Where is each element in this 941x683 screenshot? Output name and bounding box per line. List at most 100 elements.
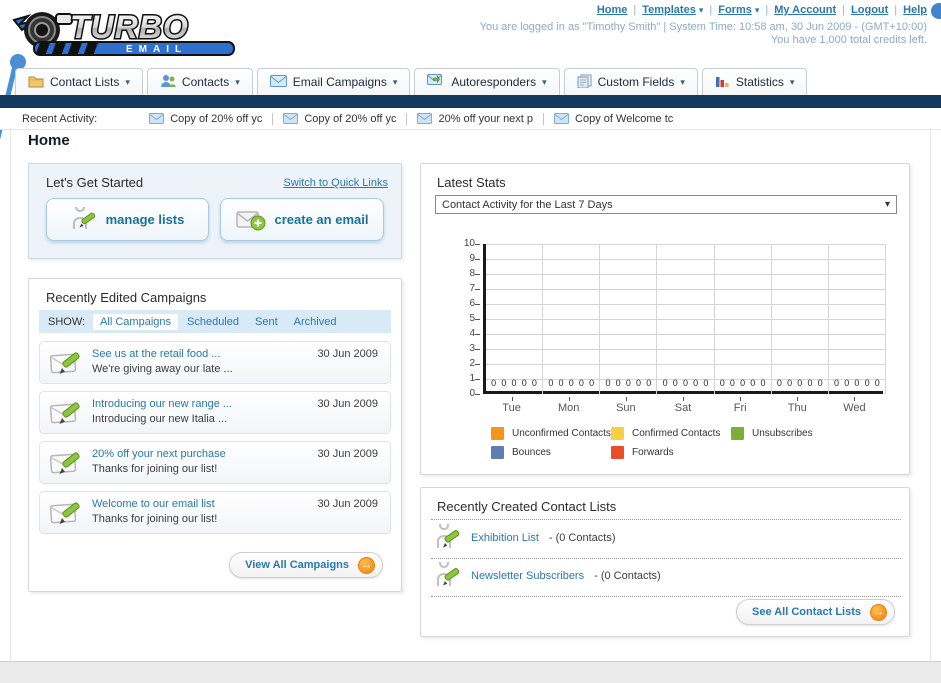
- top-nav-link-home[interactable]: Home: [597, 4, 628, 16]
- legend-item-bounces: Bounces: [491, 446, 551, 459]
- recent-activity-items: Copy of 20% off yc Copy of 20% off yc 20% …: [149, 112, 693, 125]
- x-axis-tick-label: Wed: [843, 402, 866, 414]
- dropdown-caret-icon: ▾: [235, 76, 240, 87]
- data-label: 0: [750, 378, 756, 388]
- tab-custom-fields[interactable]: Custom Fields ▾: [563, 68, 698, 95]
- recent-activity-item[interactable]: Copy of 20% off yc: [149, 112, 274, 125]
- contact-activity-chart: 0000000000000000000000000000000000001234…: [435, 232, 897, 417]
- top-nav-link-help[interactable]: Help: [903, 4, 927, 16]
- small-envelope-icon: [417, 113, 433, 124]
- y-axis-tick-label: 5: [469, 313, 475, 324]
- y-axis-tick-label: 10: [463, 238, 475, 249]
- legend-swatch: [491, 427, 504, 440]
- campaign-title-link[interactable]: Welcome to our email list: [92, 498, 215, 510]
- switch-quick-links-link[interactable]: Switch to Quick Links: [283, 177, 388, 189]
- folder-icon: [28, 74, 44, 91]
- tab-contacts[interactable]: Contacts ▾: [146, 68, 253, 95]
- top-nav-link-my-account[interactable]: My Account: [774, 4, 836, 16]
- data-label: 0: [874, 378, 880, 388]
- legend-label: Bounces: [512, 447, 551, 458]
- x-axis-tick-label: Sat: [674, 402, 692, 414]
- x-axis-tick: [740, 397, 742, 401]
- dropdown-caret-icon: ▾: [789, 76, 795, 87]
- get-started-title: Let's Get Started: [46, 175, 144, 190]
- recent-activity-item[interactable]: Copy of 20% off yc: [283, 112, 408, 125]
- legend-swatch: [731, 427, 744, 440]
- manage-lists-button[interactable]: manage lists: [46, 198, 209, 241]
- contact-list-link[interactable]: Exhibition List: [471, 532, 539, 544]
- contact-list-count: - (0 Contacts): [594, 570, 661, 582]
- filter-archived[interactable]: Archived: [294, 316, 337, 328]
- see-all-contact-lists-button[interactable]: See All Contact Lists →: [735, 599, 895, 625]
- dotted-divider: [431, 519, 901, 520]
- data-label: 0: [817, 378, 823, 388]
- tab-contact-lists[interactable]: Contact Lists ▾: [15, 68, 143, 95]
- chart-day-group: 00000: [715, 244, 772, 394]
- campaign-row: Introducing our new range ... Introducing…: [39, 391, 391, 434]
- filter-all-campaigns[interactable]: All Campaigns: [93, 313, 178, 330]
- chart-data-labels: 00000: [657, 378, 713, 388]
- y-axis-tick: [475, 319, 480, 320]
- y-axis-tick-label: 4: [469, 328, 475, 339]
- recent-activity-item-label: Copy of 20% off yc: [304, 112, 397, 125]
- view-all-campaigns-label: View All Campaigns: [245, 559, 349, 571]
- filter-scheduled[interactable]: Scheduled: [187, 316, 239, 328]
- x-axis-tick-label: Mon: [558, 402, 580, 414]
- y-axis-tick-label: 7: [469, 283, 475, 294]
- dotted-divider: [431, 558, 901, 559]
- tab-autoresponders[interactable]: Autoresponders ▾: [414, 68, 560, 95]
- y-axis-tick: [475, 244, 480, 245]
- contact-list-item: Newsletter Subscribers - (0 Contacts): [435, 562, 661, 590]
- data-label: 0: [729, 378, 735, 388]
- y-axis-tick-label: 6: [469, 298, 475, 309]
- y-axis-tick-label: 2: [469, 358, 475, 369]
- report-select-value: Contact Activity for the Last 7 Days: [442, 198, 613, 211]
- top-nav-link-logout[interactable]: Logout: [851, 4, 888, 16]
- small-envelope-icon: [149, 113, 165, 124]
- recent-activity-item[interactable]: 20% off your next p: [417, 112, 545, 125]
- campaign-date: 30 Jun 2009: [317, 398, 378, 410]
- top-nav-link-forms[interactable]: Forms: [718, 4, 752, 16]
- campaign-title-link[interactable]: See us at the retail food ...: [92, 348, 220, 360]
- y-axis-tick: [475, 304, 480, 305]
- chart-groups: 00000000000000000000000000000000000: [486, 244, 886, 394]
- contact-list-link[interactable]: Newsletter Subscribers: [471, 570, 584, 582]
- data-label: 0: [625, 378, 631, 388]
- x-axis-tick: [854, 397, 856, 401]
- corner-dot-decoration: [931, 3, 941, 19]
- data-label: 0: [558, 378, 564, 388]
- legend-item-confirmed-contacts: Confirmed Contacts: [611, 427, 720, 440]
- top-nav: Home | Templates ▾ | Forms ▾ | My Account | Logout…: [597, 4, 927, 16]
- legend-item-forwards: Forwards: [611, 446, 674, 459]
- campaign-title-link[interactable]: Introducing our new range ...: [92, 398, 232, 410]
- create-email-button[interactable]: create an email: [220, 198, 384, 241]
- recent-campaigns-title: Recently Edited Campaigns: [46, 290, 207, 305]
- campaign-title-link[interactable]: 20% off your next purchase: [92, 448, 226, 460]
- recent-campaigns-panel: Recently Edited Campaigns SHOW: All Camp…: [28, 278, 402, 592]
- footer-strip: [0, 661, 941, 683]
- filter-sent[interactable]: Sent: [255, 316, 278, 328]
- recent-activity-item-label: Copy of 20% off yc: [170, 112, 263, 125]
- legend-label: Unsubscribes: [752, 428, 813, 439]
- x-axis-tick: [683, 397, 684, 401]
- y-axis-tick-label: 9: [469, 253, 475, 264]
- nav-separator: |: [633, 4, 637, 16]
- manage-lists-label: manage lists: [105, 212, 185, 227]
- y-axis-tick-label: 8: [469, 268, 475, 279]
- chart-data-labels: 00000: [600, 378, 656, 388]
- report-select[interactable]: Contact Activity for the Last 7 Days ▾: [435, 195, 897, 214]
- data-label: 0: [578, 378, 584, 388]
- recent-activity-item[interactable]: Copy of Welcome tc: [554, 113, 683, 125]
- tab-statistics[interactable]: Statistics ▾: [701, 68, 808, 95]
- legend-item-unsubscribes: Unsubscribes: [731, 427, 813, 440]
- top-nav-link-templates[interactable]: Templates: [642, 4, 696, 16]
- tab-email-campaigns[interactable]: Email Campaigns ▾: [256, 68, 411, 95]
- chart-day-group: 00000: [600, 244, 658, 394]
- arrow-right-icon: →: [870, 603, 887, 621]
- envelope-pencil-icon: [49, 350, 82, 382]
- navy-divider-bar: [0, 95, 941, 108]
- y-axis-tick: [475, 349, 480, 350]
- view-all-campaigns-button[interactable]: View All Campaigns →: [229, 552, 383, 578]
- contact-lists-title: Recently Created Contact Lists: [437, 499, 617, 514]
- chart-day-group: 00000: [772, 244, 829, 394]
